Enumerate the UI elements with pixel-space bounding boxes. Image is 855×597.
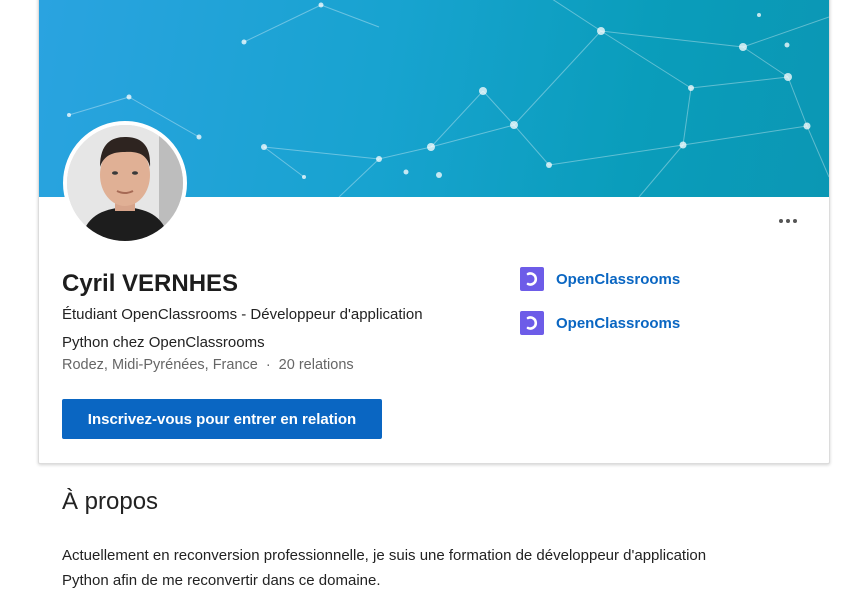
company-item-2[interactable]: OpenClassrooms (520, 311, 680, 335)
profile-connections: 20 relations (278, 357, 354, 373)
meta-separator: · (265, 357, 271, 373)
about-section-title: À propos (62, 488, 159, 515)
about-section-text: Actuellement en reconversion professionn… (62, 543, 802, 593)
about-text-line-2: Python afin de me reconvertir dans ce do… (62, 572, 381, 589)
profile-name: Cyril VERNHES (62, 270, 239, 297)
profile-card: Cyril VERNHES Étudiant OpenClassrooms - … (38, 0, 830, 464)
company-item-1[interactable]: OpenClassrooms (520, 267, 680, 291)
company-name[interactable]: OpenClassrooms (556, 315, 680, 332)
about-text-line-1: Actuellement en reconversion professionn… (62, 547, 707, 564)
headline-line-1: Étudiant OpenClassrooms - Développeur d'… (62, 306, 423, 323)
openclassrooms-logo-icon (520, 267, 544, 291)
company-name[interactable]: OpenClassrooms (556, 271, 680, 288)
profile-headline: Étudiant OpenClassrooms - Développeur d'… (62, 301, 482, 357)
profile-avatar[interactable] (63, 121, 187, 245)
more-options-button[interactable] (779, 215, 803, 227)
profile-meta: Rodez, Midi-Pyrénées, France · 20 relation… (62, 357, 354, 373)
profile-location: Rodez, Midi-Pyrénées, France (62, 357, 258, 373)
connect-button[interactable]: Inscrivez-vous pour entrer en relation (62, 399, 382, 439)
openclassrooms-logo-icon (520, 311, 544, 335)
avatar-photo (67, 125, 183, 241)
more-options-icon (779, 219, 783, 223)
headline-line-2: Python chez OpenClassrooms (62, 334, 265, 351)
